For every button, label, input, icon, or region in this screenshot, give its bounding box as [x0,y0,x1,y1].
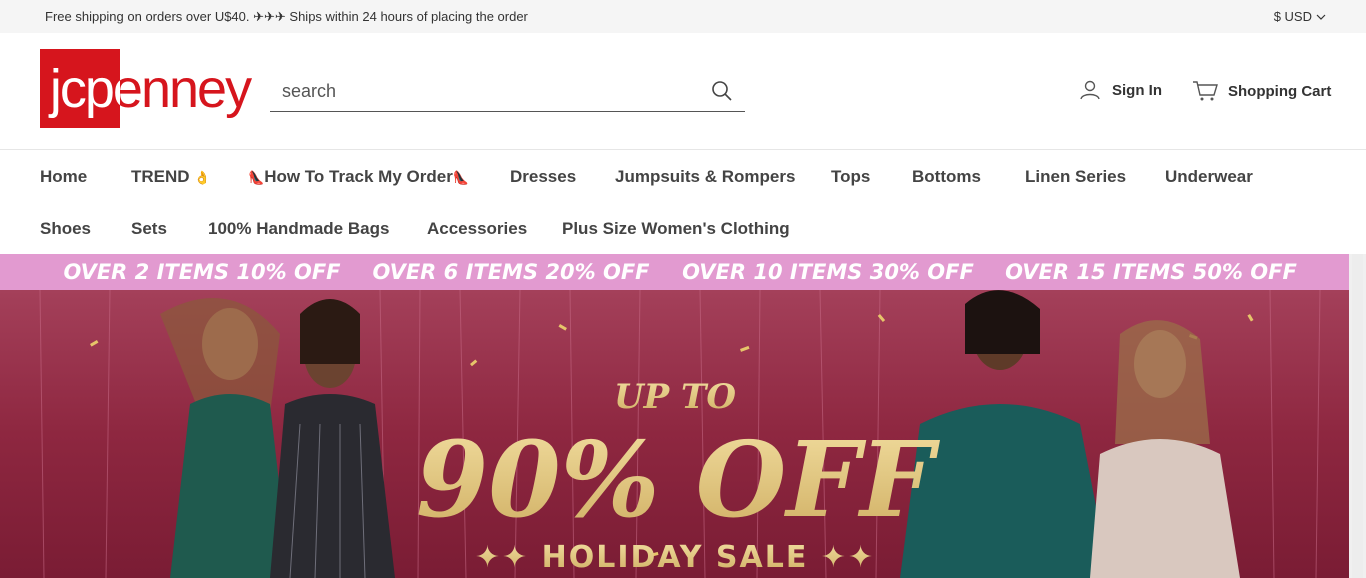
nav-item-track-order[interactable]: 👠How To Track My Order👠 [248,167,469,187]
currency-selector[interactable]: $ USD [1274,9,1326,24]
nav-label: 100% Handmade Bags [208,219,390,238]
tier-4-text: OVER 15 ITEMS 50% OFF [1005,260,1297,284]
holiday-sale-banner[interactable]: OVER 2 ITEMS 10% OFF OVER 6 ITEMS 20% OF… [0,254,1349,578]
nav-label: Linen Series [1025,167,1127,186]
scrollbar-thumb[interactable] [1352,254,1363,578]
shipping-promo-text: Free shipping on orders over U$40. ✈✈✈ S… [45,8,528,24]
nav-label: How To Track My Order [264,167,453,186]
cart-icon [1193,81,1218,101]
holiday-sale-text: ✦✦ HOLIDAY SALE ✦✦ [475,540,875,575]
search-icon[interactable] [711,80,733,102]
nav-item-dresses[interactable]: Dresses [510,167,576,187]
nav-label: Tops [831,167,871,186]
nav-item-plus-size[interactable]: Plus Size Women's Clothing [562,219,790,239]
main-navigation: Home TREND 👌 👠How To Track My Order👠 Dre… [0,151,1366,254]
banner-graphic: OVER 2 ITEMS 10% OFF OVER 6 ITEMS 20% OF… [0,254,1349,578]
page-scrollbar[interactable] [1349,254,1366,578]
nav-item-accessories[interactable]: Accessories [427,219,527,239]
nav-item-trend[interactable]: TREND 👌 [131,167,210,187]
search-bar [270,71,745,112]
chevron-down-icon [1316,14,1326,20]
nav-item-bottoms[interactable]: Bottoms [912,167,981,187]
nav-label: Home [40,167,88,186]
nav-label: Shoes [40,219,92,238]
nav-item-tops[interactable]: Tops [831,167,870,187]
nav-item-shoes[interactable]: Shoes [40,219,91,239]
jcpenney-logo[interactable]: jcpenney jcpenney [40,49,260,128]
nav-label: Accessories [427,219,528,238]
nav-label: Underwear [1165,167,1253,186]
nav-label: Jumpsuits & Rompers [615,167,796,186]
nav-item-home[interactable]: Home [40,167,87,187]
shopping-cart-link[interactable]: Shopping Cart [1192,80,1331,102]
nav-label: Bottoms [912,167,981,186]
nav-item-linen-series[interactable]: Linen Series [1025,167,1126,187]
tier-3-text: OVER 10 ITEMS 30% OFF [682,260,974,284]
user-icon [1080,80,1100,100]
nav-item-sets[interactable]: Sets [131,219,167,239]
ok-hand-icon: 👌 [194,170,211,185]
nav-label: Plus Size Women's Clothing [562,219,790,238]
nav-label: Dresses [510,167,577,186]
up-to-text: UP TO [614,377,736,417]
announcement-bar: Free shipping on orders over U$40. ✈✈✈ S… [0,0,1366,33]
heel-shoe-icon: 👠 [452,170,469,185]
tier-1-text: OVER 2 ITEMS 10% OFF [63,260,341,284]
site-header: jcpenney jcpenney Sign In Shopping Cart [0,33,1366,150]
currency-label: $ USD [1273,9,1312,24]
nav-item-handmade-bags[interactable]: 100% Handmade Bags [208,219,389,239]
discount-text: 90% OFF [416,418,940,541]
nav-item-jumpsuits[interactable]: Jumpsuits & Rompers [615,167,795,187]
sign-in-link[interactable]: Sign In [1080,80,1162,100]
sign-in-label: Sign In [1112,81,1162,99]
nav-label: TREND [131,167,190,186]
tier-2-text: OVER 6 ITEMS 20% OFF [372,260,650,284]
nav-item-underwear[interactable]: Underwear [1165,167,1253,187]
nav-label: Sets [131,219,167,238]
heel-shoe-icon: 👠 [248,170,265,185]
cart-label: Shopping Cart [1228,82,1332,100]
search-input[interactable] [270,72,690,110]
